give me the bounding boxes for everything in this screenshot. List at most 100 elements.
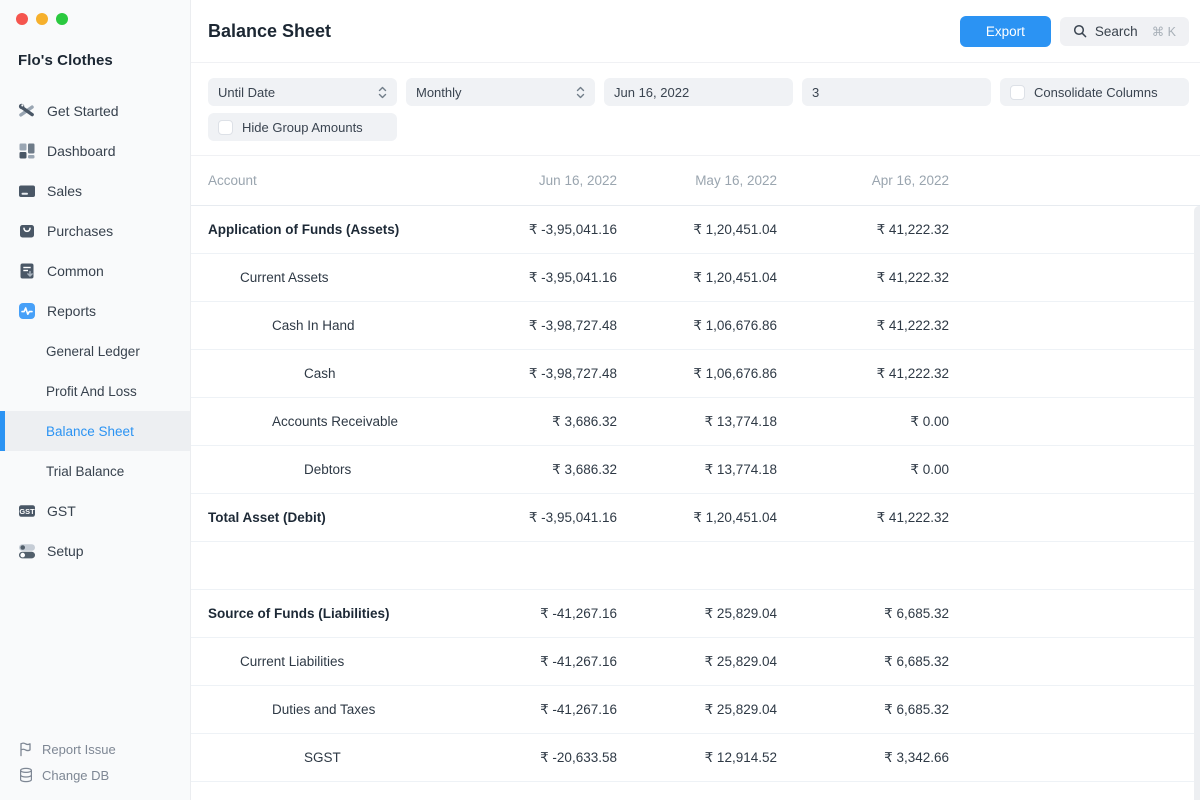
close-window-button[interactable]: [16, 13, 28, 25]
hide-group-amounts-label: Hide Group Amounts: [242, 120, 363, 135]
change-db-label: Change DB: [42, 768, 109, 783]
amount-cell: ₹ 3,686.32: [457, 414, 617, 430]
search-shortcut: ⌘ K: [1152, 24, 1176, 39]
account-name: Source of Funds (Liabilities): [208, 606, 457, 621]
sidebar-subitem-label: General Ledger: [46, 344, 140, 359]
amount-cell: ₹ 25,829.04: [617, 702, 777, 718]
table-row[interactable]: SGST ₹ -20,633.58 ₹ 12,914.52 ₹ 3,342.66: [191, 734, 1200, 782]
sidebar-item-purchases[interactable]: Purchases: [0, 211, 190, 251]
search-button[interactable]: Search ⌘ K: [1060, 17, 1189, 46]
account-name: Application of Funds (Assets): [208, 222, 457, 237]
shopping-bag-icon: [18, 222, 36, 240]
consolidate-columns-control: Consolidate Columns: [1000, 78, 1189, 106]
hide-group-amounts-control: Hide Group Amounts: [208, 113, 397, 141]
amount-cell: ₹ -3,95,041.16: [457, 270, 617, 286]
main-content: Balance Sheet Export Search ⌘ K Until Da…: [191, 0, 1200, 800]
table-row[interactable]: Application of Funds (Assets) ₹ -3,95,04…: [191, 206, 1200, 254]
column-header-apr: Apr 16, 2022: [777, 173, 949, 188]
table-row-spacer: [191, 542, 1200, 590]
table-row[interactable]: Accounts Receivable ₹ 3,686.32 ₹ 13,774.…: [191, 398, 1200, 446]
flag-icon: [18, 741, 34, 757]
period-basis-select[interactable]: Until Date: [208, 78, 397, 106]
amount-cell: ₹ 6,685.32: [777, 702, 949, 718]
account-name: Current Assets: [208, 270, 457, 285]
sidebar-item-setup[interactable]: Setup: [0, 531, 190, 571]
amount-cell: ₹ -3,98,727.48: [457, 366, 617, 382]
filter-bar: Until Date Monthly: [191, 63, 1200, 156]
account-name: Duties and Taxes: [208, 702, 457, 717]
export-button[interactable]: Export: [960, 16, 1051, 47]
sidebar-item-label: Common: [47, 263, 104, 279]
sidebar-item-label: Setup: [47, 543, 84, 559]
table-row[interactable]: Current Liabilities ₹ -41,267.16 ₹ 25,82…: [191, 638, 1200, 686]
amount-cell: ₹ 3,686.32: [457, 462, 617, 478]
activity-icon: [18, 302, 36, 320]
sidebar-item-reports[interactable]: Reports: [0, 291, 190, 331]
sidebar-item-gst[interactable]: GST GST: [0, 491, 190, 531]
period-basis-value: Until Date: [218, 85, 275, 100]
sidebar-item-balance-sheet[interactable]: Balance Sheet: [0, 411, 190, 451]
sidebar-item-label: Sales: [47, 183, 82, 199]
sidebar-item-sales[interactable]: Sales: [0, 171, 190, 211]
chevron-updown-icon: [576, 86, 585, 99]
table-row[interactable]: Cash In Hand ₹ -3,98,727.48 ₹ 1,06,676.8…: [191, 302, 1200, 350]
frequency-select[interactable]: Monthly: [406, 78, 595, 106]
sidebar: Flo's Clothes Get Started Dashboa: [0, 0, 191, 800]
table-row[interactable]: Total Asset (Debit) ₹ -3,95,041.16 ₹ 1,2…: [191, 494, 1200, 542]
svg-text:GST: GST: [19, 507, 35, 516]
amount-cell: ₹ 1,06,676.86: [617, 366, 777, 382]
count-input[interactable]: [812, 85, 981, 100]
to-date-input[interactable]: [614, 85, 783, 100]
report-issue-button[interactable]: Report Issue: [18, 736, 116, 762]
change-db-button[interactable]: Change DB: [18, 762, 116, 788]
chevron-updown-icon: [378, 86, 387, 99]
zoom-window-button[interactable]: [56, 13, 68, 25]
amount-cell: ₹ 1,20,451.04: [617, 222, 777, 238]
amount-cell: ₹ -3,95,041.16: [457, 510, 617, 526]
sidebar-item-general-ledger[interactable]: General Ledger: [0, 331, 190, 371]
amount-cell: ₹ -41,267.16: [457, 606, 617, 622]
app-window: Flo's Clothes Get Started Dashboa: [0, 0, 1200, 800]
sidebar-nav: Get Started Dashboard Sales: [0, 91, 190, 571]
tools-icon: [18, 102, 36, 120]
document-icon: [18, 262, 36, 280]
amount-cell: ₹ 12,914.52: [617, 750, 777, 766]
sidebar-item-label: Purchases: [47, 223, 113, 239]
account-name: Cash In Hand: [208, 318, 457, 333]
dashboard-icon: [18, 142, 36, 160]
search-icon: [1073, 24, 1087, 38]
amount-cell: ₹ 0.00: [777, 414, 949, 430]
table-row[interactable]: Current Assets ₹ -3,95,041.16 ₹ 1,20,451…: [191, 254, 1200, 302]
table-row[interactable]: Duties and Taxes ₹ -41,267.16 ₹ 25,829.0…: [191, 686, 1200, 734]
sidebar-subitem-label: Trial Balance: [46, 464, 124, 479]
sidebar-item-dashboard[interactable]: Dashboard: [0, 131, 190, 171]
consolidate-columns-checkbox[interactable]: [1010, 85, 1025, 100]
sidebar-item-trial-balance[interactable]: Trial Balance: [0, 451, 190, 491]
amount-cell: ₹ -3,98,727.48: [457, 318, 617, 334]
amount-cell: ₹ -20,633.58: [457, 750, 617, 766]
table-header-row: Account Jun 16, 2022 May 16, 2022 Apr 16…: [191, 156, 1200, 206]
vertical-scrollbar[interactable]: [1194, 206, 1200, 800]
table-row-partial: [191, 782, 1200, 800]
table-row[interactable]: Cash ₹ -3,98,727.48 ₹ 1,06,676.86 ₹ 41,2…: [191, 350, 1200, 398]
amount-cell: ₹ 25,829.04: [617, 606, 777, 622]
credit-card-icon: [18, 182, 36, 200]
table-row[interactable]: Debtors ₹ 3,686.32 ₹ 13,774.18 ₹ 0.00: [191, 446, 1200, 494]
table-row[interactable]: Source of Funds (Liabilities) ₹ -41,267.…: [191, 590, 1200, 638]
sidebar-subitem-label: Balance Sheet: [46, 424, 134, 439]
account-name: Total Asset (Debit): [208, 510, 457, 525]
amount-cell: ₹ 1,20,451.04: [617, 510, 777, 526]
minimize-window-button[interactable]: [36, 13, 48, 25]
account-name: SGST: [208, 750, 457, 765]
page-title: Balance Sheet: [208, 21, 331, 42]
amount-cell: ₹ 13,774.18: [617, 414, 777, 430]
sidebar-item-get-started[interactable]: Get Started: [0, 91, 190, 131]
window-controls: [0, 0, 190, 25]
amount-cell: ₹ 1,20,451.04: [617, 270, 777, 286]
sidebar-item-common[interactable]: Common: [0, 251, 190, 291]
consolidate-columns-label: Consolidate Columns: [1034, 85, 1158, 100]
account-name: Current Liabilities: [208, 654, 457, 669]
sidebar-item-profit-and-loss[interactable]: Profit And Loss: [0, 371, 190, 411]
search-label: Search: [1095, 24, 1138, 39]
hide-group-amounts-checkbox[interactable]: [218, 120, 233, 135]
